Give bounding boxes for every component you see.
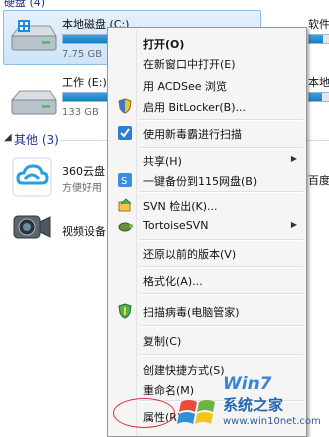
menu-item-share[interactable]: 共享(H) ▶ [110, 149, 305, 171]
duba-antivirus-icon [117, 125, 133, 141]
submenu-arrow-icon: ▶ [290, 220, 297, 229]
menu-item-bitlocker[interactable]: 启用 BitLocker(B)... [110, 95, 305, 117]
menu-separator [139, 266, 303, 268]
svn-checkout-icon [117, 197, 133, 213]
menu-item-open-new-window[interactable]: 在新窗口中打开(E) [110, 52, 305, 74]
drive-e-size: 133 GB [62, 107, 99, 118]
drive-local-usage-bar [308, 92, 329, 102]
watermark-brand: 系统之家 [223, 396, 284, 414]
drive-c-icon [8, 18, 58, 60]
menu-item-format[interactable]: 格式化(A)... [110, 269, 305, 291]
drive-local-label[interactable]: 本地 [308, 74, 329, 90]
menu-item-scan-virus[interactable]: 扫描病毒(电脑管家) [110, 300, 305, 322]
cloud-drive-label[interactable]: 360云盘 [62, 163, 105, 179]
cloud-drive-sub: 方便好用 [62, 183, 102, 194]
drive-software-label[interactable]: 软件 [308, 16, 329, 32]
collapse-chevron-icon[interactable]: ◢ [4, 132, 12, 143]
menu-separator [139, 293, 303, 295]
hard-disks-header[interactable]: 硬盘 (4) [4, 0, 45, 10]
highlight-annotation [113, 398, 175, 428]
menu-separator [139, 191, 303, 193]
baidu-cloud-label[interactable]: 百度云 [308, 172, 329, 188]
menu-item-svn-checkout[interactable]: SVN 检出(K)... [110, 194, 305, 216]
tortoise-icon [117, 218, 133, 234]
drive-e-icon [8, 88, 58, 122]
watermark-logo-text: Win7 [223, 374, 272, 394]
menu-item-duba-scan[interactable]: 使用新毒霸进行扫描 [110, 122, 305, 144]
windows-logo-icon [177, 400, 215, 424]
menu-item-open[interactable]: 打开(O) [110, 32, 305, 54]
cloud-drive-icon [12, 157, 52, 197]
watermark-url: www.win10net.com [223, 416, 321, 427]
menu-item-acdsee[interactable]: 用 ACDSee 浏览 [110, 74, 305, 96]
menu-item-backup-115[interactable]: S 一键备份到115网盘(B) [110, 169, 305, 191]
video-device-label[interactable]: 视频设备 [62, 223, 106, 239]
shield-icon [117, 98, 133, 114]
svg-text:S: S [121, 176, 127, 187]
menu-separator [139, 354, 303, 356]
pc-manager-shield-icon [117, 303, 133, 319]
cloud-backup-icon: S [117, 172, 133, 188]
menu-item-restore-previous[interactable]: 还原以前的版本(V) [110, 242, 305, 264]
drive-e-label[interactable]: 工作 (E:) [62, 74, 107, 90]
camera-device-icon [10, 210, 54, 246]
menu-separator [139, 325, 303, 327]
menu-item-copy[interactable]: 复制(C) [110, 329, 305, 351]
submenu-arrow-icon: ▶ [290, 154, 297, 163]
drive-software-usage-bar [308, 34, 329, 44]
menu-separator [139, 119, 303, 121]
watermark: Win7 系统之家 www.win10net.com [175, 368, 329, 437]
menu-item-tortoisesvn[interactable]: TortoiseSVN ▶ [110, 215, 305, 237]
drive-c-size: 7.75 GB [62, 49, 103, 60]
menu-separator [139, 239, 303, 241]
